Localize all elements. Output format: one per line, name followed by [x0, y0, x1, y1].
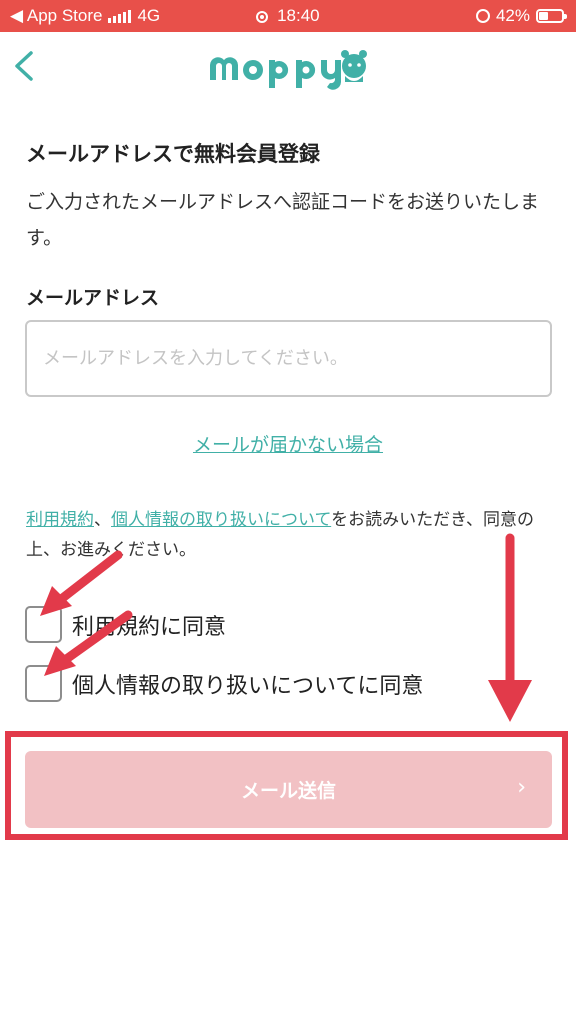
send-mail-button[interactable]: メール送信 › — [25, 751, 552, 828]
send-mail-label: メール送信 — [240, 780, 336, 802]
email-label: メールアドレス — [26, 287, 160, 309]
email-input[interactable] — [25, 320, 552, 397]
terms-separator: 、 — [94, 510, 111, 530]
back-button[interactable] — [10, 48, 40, 84]
agree-privacy-label[interactable]: 個人情報の取り扱いについてに同意 — [72, 668, 423, 700]
agree-privacy-checkbox[interactable] — [25, 665, 62, 702]
agree-terms-row[interactable]: 利用規約に同意 — [25, 606, 226, 643]
agree-privacy-row[interactable]: 個人情報の取り扱いについてに同意 — [25, 665, 423, 702]
description-text: ご入力されたメールアドレスへ認証コードをお送りいたします。 — [26, 191, 540, 249]
privacy-link[interactable]: 個人情報の取り扱いについて — [111, 510, 331, 530]
agree-terms-label[interactable]: 利用規約に同意 — [72, 609, 226, 641]
battery-icon — [536, 9, 567, 23]
orientation-lock-icon — [475, 9, 490, 23]
status-time: 18:40 — [277, 6, 320, 25]
terms-link[interactable]: 利用規約 — [26, 510, 94, 530]
page-title: メールアドレスで無料会員登録 — [26, 142, 320, 166]
chevron-right-icon: › — [517, 775, 526, 800]
no-mail-link[interactable]: メールが届かない場合 — [193, 434, 383, 456]
chevron-left-icon — [15, 51, 33, 81]
battery-percent: 42% — [495, 6, 530, 25]
terms-text: 利用規約、個人情報の取り扱いについてをお読みいただき、同意の上、お進みください。 — [26, 505, 556, 565]
moppy-logo — [208, 40, 370, 90]
agree-terms-checkbox[interactable] — [25, 606, 62, 643]
status-bar: ◀ App Store 4G 18:40 42% — [0, 0, 576, 32]
location-icon — [256, 10, 269, 23]
